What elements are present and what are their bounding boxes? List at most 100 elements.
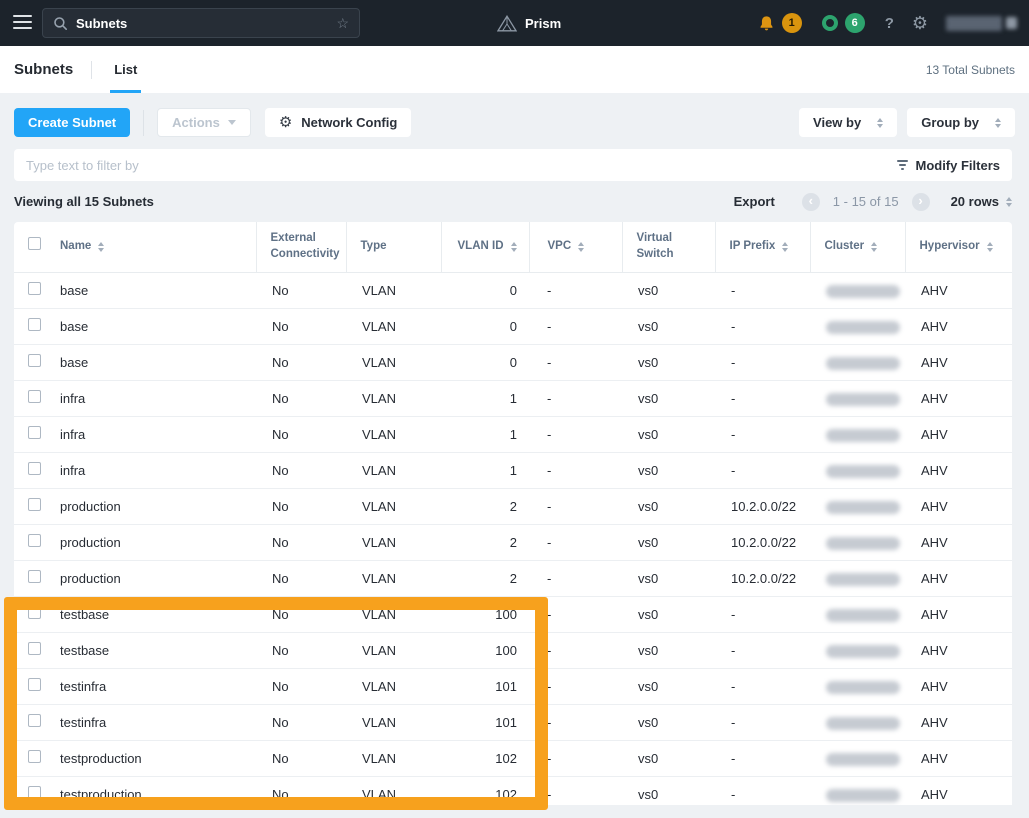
global-search-input[interactable]: Subnets ☆	[42, 8, 360, 38]
select-all-checkbox-cell	[14, 222, 58, 272]
row-checkbox[interactable]	[28, 570, 41, 583]
cell-cluster	[810, 776, 905, 805]
table-row[interactable]: productionNoVLAN2-vs010.2.0.0/22AHV	[14, 560, 1012, 596]
table-row[interactable]: testinfraNoVLAN101-vs0-AHV	[14, 668, 1012, 704]
alerts-count-badge[interactable]: 1	[782, 13, 802, 33]
cell-cluster	[810, 704, 905, 740]
cell-cluster	[810, 380, 905, 416]
cell-hypervisor: AHV	[905, 416, 1012, 452]
table-row[interactable]: testbaseNoVLAN100-vs0-AHV	[14, 632, 1012, 668]
cell-hypervisor: AHV	[905, 272, 1012, 308]
export-button[interactable]: Export	[734, 194, 775, 209]
network-config-button[interactable]: ⚙ Network Config	[265, 108, 412, 137]
select-all-checkbox[interactable]	[28, 237, 41, 250]
cell-name[interactable]: testinfra	[58, 704, 256, 740]
cell-name[interactable]: production	[58, 524, 256, 560]
cell-virtual_switch: vs0	[622, 344, 715, 380]
favorite-star-icon[interactable]: ☆	[336, 15, 349, 32]
column-header-vlan_id[interactable]: VLAN ID	[441, 222, 529, 272]
cell-name[interactable]: production	[58, 488, 256, 524]
user-menu-redacted[interactable]	[946, 16, 1017, 31]
column-header-vpc[interactable]: VPC	[529, 222, 622, 272]
column-header-cluster[interactable]: Cluster	[810, 222, 905, 272]
row-checkbox[interactable]	[28, 534, 41, 547]
modify-filters-button[interactable]: Modify Filters	[897, 158, 1000, 173]
cell-name[interactable]: testproduction	[58, 740, 256, 776]
page-header: Subnets List 13 Total Subnets	[0, 46, 1029, 93]
cell-external_connectivity: No	[256, 272, 346, 308]
row-checkbox[interactable]	[28, 282, 41, 295]
tasks-ring-icon[interactable]	[822, 15, 838, 31]
redacted-cluster-value	[826, 465, 900, 478]
create-subnet-button[interactable]: Create Subnet	[14, 108, 130, 137]
cell-name[interactable]: testproduction	[58, 776, 256, 805]
next-page-icon[interactable]: ›	[912, 193, 930, 211]
table-row[interactable]: baseNoVLAN0-vs0-AHV	[14, 272, 1012, 308]
table-row[interactable]: productionNoVLAN2-vs010.2.0.0/22AHV	[14, 524, 1012, 560]
group-by-dropdown[interactable]: Group by	[907, 108, 1015, 137]
cell-name[interactable]: testbase	[58, 596, 256, 632]
cell-name[interactable]: infra	[58, 416, 256, 452]
cell-name[interactable]: base	[58, 344, 256, 380]
alerts-bell-icon[interactable]	[758, 15, 775, 32]
cell-name[interactable]: infra	[58, 380, 256, 416]
hamburger-menu-icon[interactable]	[13, 15, 32, 33]
cell-name[interactable]: base	[58, 272, 256, 308]
cell-vpc: -	[529, 740, 622, 776]
sort-arrows-icon	[98, 242, 104, 252]
redacted-cluster-value	[826, 573, 900, 586]
row-checkbox[interactable]	[28, 318, 41, 331]
table-row[interactable]: testproductionNoVLAN102-vs0-AHV	[14, 776, 1012, 805]
table-row[interactable]: infraNoVLAN1-vs0-AHV	[14, 380, 1012, 416]
filter-funnel-icon	[897, 160, 908, 170]
previous-page-icon[interactable]: ‹	[802, 193, 820, 211]
table-row[interactable]: infraNoVLAN1-vs0-AHV	[14, 452, 1012, 488]
table-row[interactable]: baseNoVLAN0-vs0-AHV	[14, 344, 1012, 380]
cell-hypervisor: AHV	[905, 596, 1012, 632]
table-row[interactable]: testproductionNoVLAN102-vs0-AHV	[14, 740, 1012, 776]
row-checkbox[interactable]	[28, 462, 41, 475]
table-row[interactable]: baseNoVLAN0-vs0-AHV	[14, 308, 1012, 344]
help-icon[interactable]: ?	[885, 15, 894, 32]
cell-cluster	[810, 344, 905, 380]
cell-cluster	[810, 632, 905, 668]
row-checkbox[interactable]	[28, 786, 41, 799]
active-tab-underline	[110, 90, 141, 93]
tasks-count-badge[interactable]: 6	[845, 13, 865, 33]
row-checkbox[interactable]	[28, 354, 41, 367]
cell-name[interactable]: infra	[58, 452, 256, 488]
row-checkbox[interactable]	[28, 678, 41, 691]
cell-external_connectivity: No	[256, 560, 346, 596]
column-header-name[interactable]: Name	[58, 222, 256, 272]
settings-gear-icon[interactable]: ⚙	[912, 14, 928, 32]
column-header-external_connectivity: External Connectivity	[256, 222, 346, 272]
tab-list[interactable]: List	[110, 46, 141, 93]
cell-cluster	[810, 560, 905, 596]
table-row[interactable]: productionNoVLAN2-vs010.2.0.0/22AHV	[14, 488, 1012, 524]
row-checkbox[interactable]	[28, 390, 41, 403]
row-checkbox[interactable]	[28, 714, 41, 727]
table-row[interactable]: testinfraNoVLAN101-vs0-AHV	[14, 704, 1012, 740]
table-row[interactable]: infraNoVLAN1-vs0-AHV	[14, 416, 1012, 452]
row-checkbox[interactable]	[28, 606, 41, 619]
cell-ip_prefix: 10.2.0.0/22	[715, 560, 810, 596]
table-row[interactable]: testbaseNoVLAN100-vs0-AHV	[14, 596, 1012, 632]
row-checkbox[interactable]	[28, 750, 41, 763]
view-by-dropdown[interactable]: View by	[799, 108, 897, 137]
rows-per-page-dropdown[interactable]: 20 rows	[951, 194, 1012, 209]
row-checkbox[interactable]	[28, 498, 41, 511]
cell-hypervisor: AHV	[905, 704, 1012, 740]
row-checkbox-cell	[14, 704, 58, 740]
row-checkbox[interactable]	[28, 426, 41, 439]
cell-type: VLAN	[346, 560, 441, 596]
row-checkbox[interactable]	[28, 642, 41, 655]
column-header-ip_prefix[interactable]: IP Prefix	[715, 222, 810, 272]
column-header-hypervisor[interactable]: Hypervisor	[905, 222, 1012, 272]
cell-name[interactable]: production	[58, 560, 256, 596]
cell-name[interactable]: base	[58, 308, 256, 344]
cell-vlan_id: 2	[441, 524, 529, 560]
cell-name[interactable]: testbase	[58, 632, 256, 668]
actions-dropdown-button[interactable]: Actions	[157, 108, 251, 137]
cell-name[interactable]: testinfra	[58, 668, 256, 704]
filter-text-input[interactable]: Type text to filter by	[26, 158, 139, 173]
